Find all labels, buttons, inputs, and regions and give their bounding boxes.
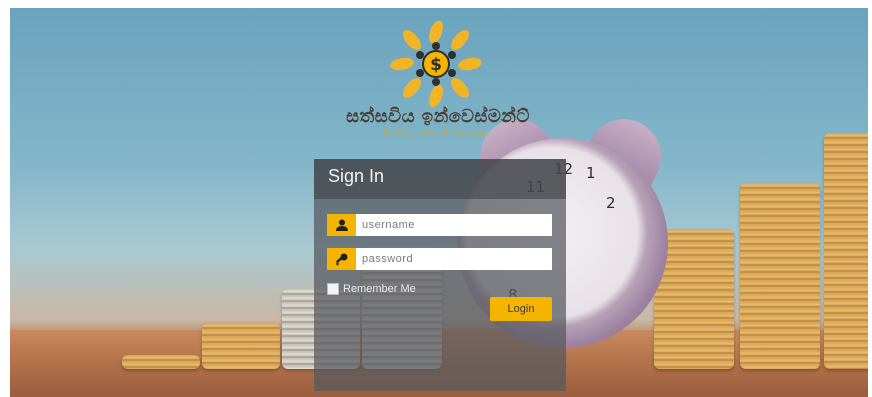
login-button[interactable]: Login [490, 297, 552, 321]
coin-stack [740, 183, 820, 369]
login-title: Sign In [328, 166, 385, 186]
login-panel-header: Sign In [314, 159, 566, 199]
username-input[interactable] [362, 214, 542, 236]
password-field [327, 248, 552, 270]
remember-me[interactable]: Remember Me [327, 283, 416, 295]
user-icon [327, 214, 356, 236]
key-icon [327, 248, 356, 270]
remember-me-label: Remember Me [343, 283, 416, 295]
remember-me-checkbox[interactable] [327, 283, 339, 295]
coin-stack [824, 133, 868, 369]
brand-logo: $ [388, 20, 484, 108]
coin-stack [202, 323, 280, 369]
svg-text:$: $ [430, 55, 442, 75]
clock-number: 2 [606, 194, 616, 212]
username-field [327, 214, 552, 236]
logo-emblem-icon: $ [390, 20, 482, 108]
password-input[interactable] [362, 248, 542, 270]
login-panel: Sign In Remember Me Login [314, 159, 566, 391]
coin-stack [122, 355, 200, 369]
brand-name: සත්සවිය ඉන්වෙස්මන්ට් [346, 106, 530, 127]
brand-subtitle: සිත්සවිය සමාගම් ආයතනය [382, 128, 492, 137]
clock-number: 1 [586, 164, 596, 182]
